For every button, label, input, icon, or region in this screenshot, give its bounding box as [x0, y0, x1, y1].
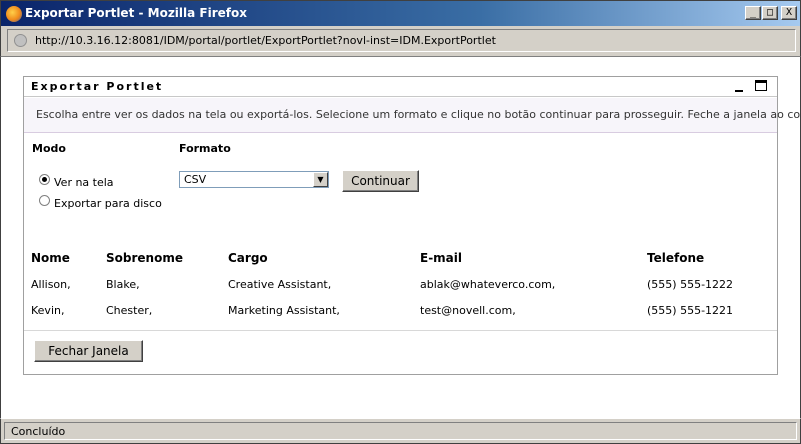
divider	[24, 330, 777, 331]
radio-view-on-screen[interactable]	[39, 174, 50, 185]
window-title: Exportar Portlet - Mozilla Firefox	[25, 6, 247, 20]
format-select-value: CSV	[184, 173, 207, 186]
status-bar: Concluído	[0, 418, 801, 444]
radio-view-on-screen-label: Ver na tela	[54, 176, 114, 189]
export-portlet: Exportar Portlet Escolha entre ver os da…	[23, 76, 801, 375]
header-telefone: Telefone	[647, 251, 705, 265]
url-field[interactable]: http://10.3.16.12:8081/IDM/portal/portle…	[7, 29, 796, 52]
header-sobrenome: Sobrenome	[106, 251, 183, 265]
mode-label: Modo	[32, 142, 66, 155]
format-select[interactable]: CSV ▼	[179, 171, 329, 188]
portlet-description: Escolha entre ver os dados na tela ou ex…	[24, 98, 801, 133]
radio-export-to-disk[interactable]	[39, 195, 50, 206]
firefox-logo-icon	[6, 6, 22, 22]
cell-sobrenome: Blake,	[106, 278, 140, 291]
portlet-title: Exportar Portlet	[31, 80, 164, 93]
continue-button[interactable]: Continuar	[342, 170, 419, 192]
minimize-window-button[interactable]: _	[745, 6, 761, 20]
close-window-portlet-button[interactable]: Fechar Janela	[34, 340, 143, 362]
portlet-minimize-icon[interactable]	[734, 81, 746, 93]
cell-email: ablak@whateverco.com,	[420, 278, 556, 291]
portlet-maximize-icon[interactable]	[755, 80, 767, 91]
page-site-icon	[14, 34, 27, 47]
window-title-bar: Exportar Portlet - Mozilla Firefox _ □ X	[0, 0, 801, 26]
header-email: E-mail	[420, 251, 463, 265]
cell-telefone: (555) 555-1222	[647, 278, 734, 291]
radio-export-to-disk-label: Exportar para disco	[54, 197, 162, 210]
cell-telefone: (555) 555-1221	[647, 304, 734, 317]
cell-nome: Allison,	[31, 278, 71, 291]
address-bar: http://10.3.16.12:8081/IDM/portal/portle…	[0, 26, 801, 56]
cell-sobrenome: Chester,	[106, 304, 153, 317]
header-nome: Nome	[31, 251, 70, 265]
description-text: Escolha entre ver os dados na tela ou ex…	[36, 108, 801, 121]
cell-cargo: Marketing Assistant,	[228, 304, 340, 317]
format-label: Formato	[179, 142, 231, 155]
close-window-button[interactable]: X	[781, 6, 797, 20]
cell-email: test@novell.com,	[420, 304, 516, 317]
portlet-header: Exportar Portlet	[24, 77, 777, 97]
url-text: http://10.3.16.12:8081/IDM/portal/portle…	[35, 34, 496, 47]
maximize-window-button[interactable]: □	[762, 6, 778, 20]
chevron-down-icon[interactable]: ▼	[313, 172, 328, 187]
cell-nome: Kevin,	[31, 304, 65, 317]
page-content: Exportar Portlet Escolha entre ver os da…	[0, 56, 801, 418]
header-cargo: Cargo	[228, 251, 268, 265]
status-text: Concluído	[11, 425, 66, 438]
status-panel: Concluído	[4, 422, 797, 440]
cell-cargo: Creative Assistant,	[228, 278, 332, 291]
